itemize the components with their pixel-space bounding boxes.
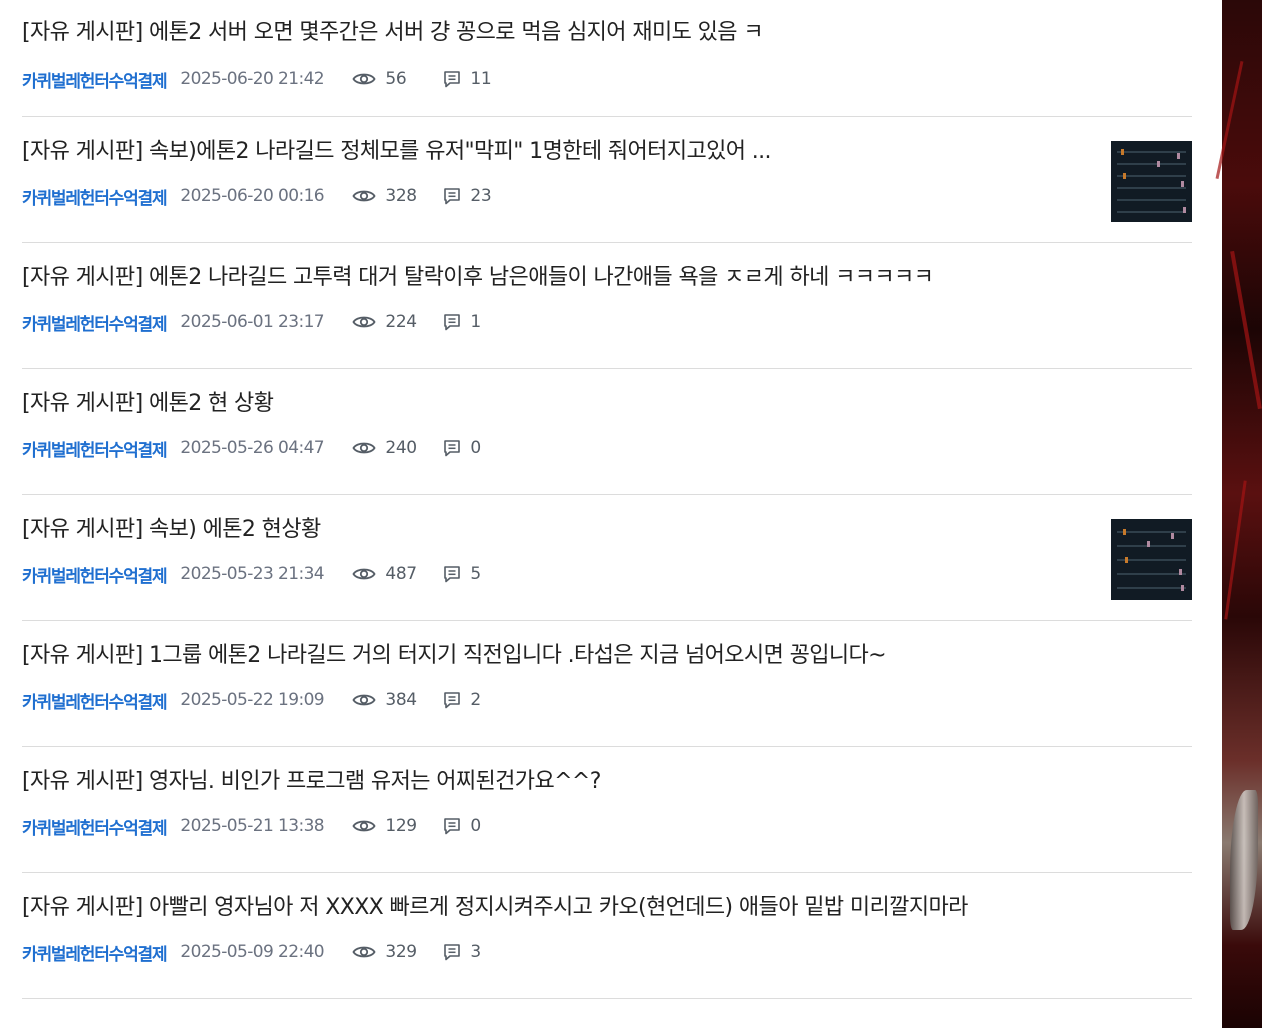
eye-icon bbox=[352, 73, 376, 85]
post-author[interactable]: 카퀴벌레헌터수억결제 bbox=[22, 310, 168, 335]
comment-icon bbox=[444, 440, 461, 457]
post-item[interactable]: [자유 게시판] 속보) 에톤2 현상황 카퀴벌레헌터수억결제 2025-05-… bbox=[22, 495, 1192, 621]
post-author[interactable]: 카퀴벌레헌터수억결제 bbox=[22, 940, 168, 965]
post-thumbnail[interactable] bbox=[1111, 519, 1192, 600]
comment-count-value: 0 bbox=[470, 438, 481, 458]
post-meta: 카퀴벌레헌터수억결제 2025-05-09 22:40 329 3 bbox=[22, 940, 481, 965]
post-meta: 카퀴벌레헌터수억결제 2025-06-20 21:42 56 11 bbox=[22, 67, 492, 92]
post-meta: 카퀴벌레헌터수억결제 2025-05-26 04:47 240 0 bbox=[22, 436, 481, 461]
comment-icon bbox=[444, 944, 461, 961]
view-count-value: 487 bbox=[385, 564, 417, 584]
post-date: 2025-05-26 04:47 bbox=[180, 438, 324, 458]
comment-count-value: 5 bbox=[470, 564, 481, 584]
eye-icon bbox=[352, 820, 376, 832]
post-list: [자유 게시판] 에톤2 서버 오면 몇주간은 서버 걍 꽁으로 먹음 심지어 … bbox=[22, 0, 1192, 999]
post-item[interactable]: [자유 게시판] 아빨리 영자님아 저 XXXX 빠르게 정지시켜주시고 카오(… bbox=[22, 873, 1192, 999]
post-date: 2025-06-20 00:16 bbox=[180, 186, 324, 206]
post-date: 2025-05-21 13:38 bbox=[180, 816, 324, 836]
comment-count-value: 2 bbox=[470, 690, 481, 710]
post-title[interactable]: [자유 게시판] 아빨리 영자님아 저 XXXX 빠르게 정지시켜주시고 카오(… bbox=[22, 889, 968, 921]
post-item[interactable]: [자유 게시판] 속보)에톤2 나라길드 정체모를 유저"막피" 1명한테 줘어… bbox=[22, 117, 1192, 243]
view-count-value: 384 bbox=[385, 690, 417, 710]
post-item[interactable]: [자유 게시판] 에톤2 서버 오면 몇주간은 서버 걍 꽁으로 먹음 심지어 … bbox=[22, 0, 1192, 117]
post-meta: 카퀴벌레헌터수억결제 2025-05-22 19:09 384 2 bbox=[22, 688, 481, 713]
post-title[interactable]: [자유 게시판] 속보) 에톤2 현상황 bbox=[22, 511, 321, 543]
eye-icon bbox=[352, 316, 376, 328]
eye-icon bbox=[352, 190, 376, 202]
post-item[interactable]: [자유 게시판] 에톤2 나라길드 고투력 대거 탈락이후 남은애들이 나간애들… bbox=[22, 243, 1192, 369]
view-count: 487 bbox=[352, 564, 429, 584]
comment-count-value: 0 bbox=[470, 816, 481, 836]
post-thumbnail[interactable] bbox=[1111, 141, 1192, 222]
comment-count: 1 bbox=[443, 312, 481, 332]
comment-count: 11 bbox=[443, 69, 492, 89]
view-count-value: 240 bbox=[385, 438, 417, 458]
view-count: 329 bbox=[352, 942, 429, 962]
post-author[interactable]: 카퀴벌레헌터수억결제 bbox=[22, 184, 168, 209]
comment-count-value: 23 bbox=[470, 186, 492, 206]
post-item[interactable]: [자유 게시판] 1그룹 에톤2 나라길드 거의 터지기 직전입니다 .타섭은 … bbox=[22, 621, 1192, 747]
comment-icon bbox=[444, 818, 461, 835]
post-item[interactable]: [자유 게시판] 에톤2 현 상황 카퀴벌레헌터수억결제 2025-05-26 … bbox=[22, 369, 1192, 495]
comment-count: 2 bbox=[443, 690, 481, 710]
comment-icon bbox=[444, 566, 461, 583]
post-meta: 카퀴벌레헌터수억결제 2025-06-20 00:16 328 23 bbox=[22, 184, 492, 209]
comment-count: 5 bbox=[443, 564, 481, 584]
post-date: 2025-05-09 22:40 bbox=[180, 942, 324, 962]
view-count: 56 bbox=[352, 69, 429, 89]
post-title[interactable]: [자유 게시판] 에톤2 서버 오면 몇주간은 서버 걍 꽁으로 먹음 심지어 … bbox=[22, 14, 764, 46]
post-date: 2025-06-20 21:42 bbox=[180, 69, 324, 89]
post-title[interactable]: [자유 게시판] 영자님. 비인가 프로그램 유저는 어찌된건가요^^? bbox=[22, 763, 601, 795]
post-meta: 카퀴벌레헌터수억결제 2025-06-01 23:17 224 1 bbox=[22, 310, 481, 335]
page: [자유 게시판] 에톤2 서버 오면 몇주간은 서버 걍 꽁으로 먹음 심지어 … bbox=[0, 0, 1262, 1028]
comment-count-value: 11 bbox=[470, 69, 492, 89]
view-count: 129 bbox=[352, 816, 429, 836]
comment-icon bbox=[444, 692, 461, 709]
post-title[interactable]: [자유 게시판] 에톤2 나라길드 고투력 대거 탈락이후 남은애들이 나간애들… bbox=[22, 259, 934, 291]
view-count: 224 bbox=[352, 312, 429, 332]
comment-count: 23 bbox=[443, 186, 492, 206]
side-banner-art bbox=[1215, 0, 1262, 1028]
eye-icon bbox=[352, 568, 376, 580]
comment-count: 3 bbox=[443, 942, 481, 962]
comment-count-value: 3 bbox=[470, 942, 481, 962]
post-author[interactable]: 카퀴벌레헌터수억결제 bbox=[22, 688, 168, 713]
eye-icon bbox=[352, 442, 376, 454]
comment-icon bbox=[444, 314, 461, 331]
post-date: 2025-05-22 19:09 bbox=[180, 690, 324, 710]
view-count: 328 bbox=[352, 186, 429, 206]
post-author[interactable]: 카퀴벌레헌터수억결제 bbox=[22, 67, 168, 92]
post-author[interactable]: 카퀴벌레헌터수억결제 bbox=[22, 814, 168, 839]
post-meta: 카퀴벌레헌터수억결제 2025-05-23 21:34 487 5 bbox=[22, 562, 481, 587]
post-item[interactable]: [자유 게시판] 영자님. 비인가 프로그램 유저는 어찌된건가요^^? 카퀴벌… bbox=[22, 747, 1192, 873]
post-date: 2025-05-23 21:34 bbox=[180, 564, 324, 584]
comment-count: 0 bbox=[443, 438, 481, 458]
comment-icon bbox=[444, 188, 461, 205]
post-title[interactable]: [자유 게시판] 속보)에톤2 나라길드 정체모를 유저"막피" 1명한테 줘어… bbox=[22, 133, 772, 165]
comment-icon bbox=[444, 71, 461, 88]
eye-icon bbox=[352, 946, 376, 958]
comment-count: 0 bbox=[443, 816, 481, 836]
view-count-value: 56 bbox=[385, 69, 407, 89]
post-date: 2025-06-01 23:17 bbox=[180, 312, 324, 332]
eye-icon bbox=[352, 694, 376, 706]
post-meta: 카퀴벌레헌터수억결제 2025-05-21 13:38 129 0 bbox=[22, 814, 481, 839]
view-count: 240 bbox=[352, 438, 429, 458]
view-count: 384 bbox=[352, 690, 429, 710]
view-count-value: 129 bbox=[385, 816, 417, 836]
view-count-value: 328 bbox=[385, 186, 417, 206]
post-author[interactable]: 카퀴벌레헌터수억결제 bbox=[22, 562, 168, 587]
view-count-value: 329 bbox=[385, 942, 417, 962]
comment-count-value: 1 bbox=[470, 312, 481, 332]
post-title[interactable]: [자유 게시판] 에톤2 현 상황 bbox=[22, 385, 274, 417]
post-author[interactable]: 카퀴벌레헌터수억결제 bbox=[22, 436, 168, 461]
post-title[interactable]: [자유 게시판] 1그룹 에톤2 나라길드 거의 터지기 직전입니다 .타섭은 … bbox=[22, 637, 887, 669]
view-count-value: 224 bbox=[385, 312, 417, 332]
